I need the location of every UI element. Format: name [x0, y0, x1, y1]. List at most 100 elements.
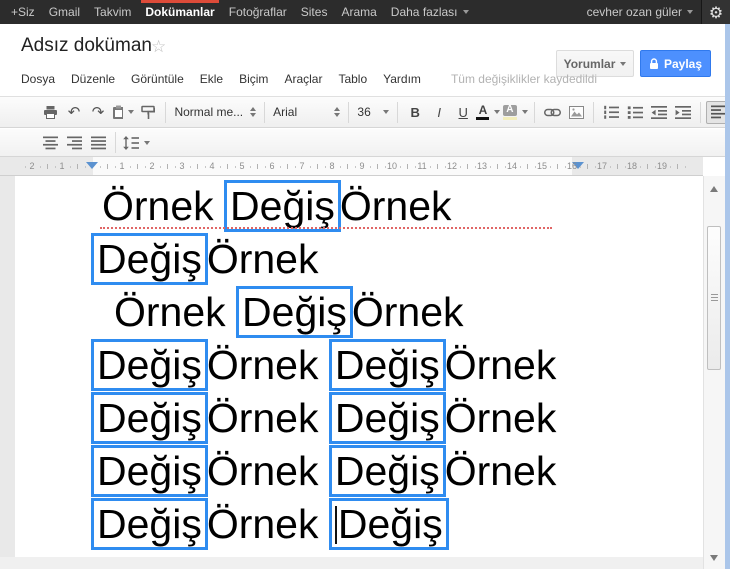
find-match-box: Değiş — [236, 286, 353, 338]
scroll-up-arrow-icon[interactable] — [710, 186, 718, 192]
bulleted-list-icon — [627, 105, 644, 119]
find-match-box: Değiş — [91, 498, 208, 550]
topbar-item-daha-fazlas[interactable]: Daha fazlası — [384, 0, 476, 24]
topbar-item-siz[interactable]: +Siz — [4, 0, 42, 24]
menu-ara-lar[interactable]: Araçlar — [284, 72, 322, 86]
menu-bi-im[interactable]: Biçim — [239, 72, 268, 86]
chevron-down-icon — [494, 110, 501, 114]
ruler-tick — [429, 166, 431, 168]
topbar-item-dok-manlar[interactable]: Dokümanlar — [138, 0, 221, 24]
chevron-down-icon — [128, 110, 135, 114]
increase-indent-button[interactable] — [671, 101, 695, 124]
star-icon[interactable]: ☆ — [151, 37, 166, 57]
highlight-color-icon: A — [502, 104, 517, 120]
ruler-tick — [459, 166, 461, 168]
ruler-number: 5 — [239, 161, 245, 171]
insert-image-button[interactable] — [564, 101, 588, 124]
find-match-box: Değiş — [328, 498, 449, 550]
justify-button[interactable] — [86, 131, 110, 154]
save-status: Tüm değişiklikler kaydedildi — [450, 72, 597, 86]
ruler-tick — [407, 164, 408, 169]
italic-button[interactable]: I — [427, 101, 451, 124]
text-color-button[interactable]: A — [475, 101, 501, 124]
ruler-number: 19 — [656, 161, 668, 171]
scrollbar[interactable] — [703, 176, 725, 569]
align-center-button[interactable] — [38, 131, 62, 154]
left-indent-marker[interactable] — [86, 162, 98, 169]
decrease-indent-button[interactable] — [647, 101, 671, 124]
scrollbar-thumb[interactable] — [707, 226, 721, 370]
topbar-item-takvim[interactable]: Takvim — [87, 0, 138, 24]
text-run: Örnek — [339, 183, 452, 229]
topbar-item-gmail[interactable]: Gmail — [42, 0, 87, 24]
highlight-color-button[interactable]: A — [502, 101, 529, 124]
ruler-tick — [437, 164, 438, 169]
numbered-list-button[interactable] — [599, 101, 623, 124]
font-family-select[interactable]: Arial — [270, 105, 343, 119]
spinner-icon — [334, 107, 341, 117]
ruler-tick — [617, 164, 618, 169]
menu-d-zenle[interactable]: Düzenle — [71, 72, 115, 86]
ruler-tick — [444, 166, 446, 168]
ruler-number: 13 — [476, 161, 488, 171]
ruler-tick — [54, 166, 56, 168]
align-right-button[interactable] — [62, 131, 86, 154]
paint-format-button[interactable] — [136, 101, 160, 124]
line-spacing-button[interactable] — [121, 131, 152, 154]
ruler-tick — [467, 164, 468, 169]
ruler-number: 1 — [59, 161, 65, 171]
share-button[interactable]: Paylaş — [640, 50, 711, 77]
ruler-tick — [174, 166, 176, 168]
redo-icon: ↷ — [91, 102, 105, 121]
scroll-down-arrow-icon[interactable] — [710, 555, 718, 561]
ruler-tick — [527, 164, 528, 169]
toolbar-separator — [534, 101, 536, 123]
text-run: Örnek — [206, 448, 330, 494]
print-button[interactable] — [38, 101, 62, 124]
document-title[interactable]: Adsız doküman — [21, 35, 152, 57]
menu-ekle[interactable]: Ekle — [200, 72, 223, 86]
paint-roller-icon — [141, 105, 155, 119]
link-icon — [543, 108, 561, 116]
menu-g-r-nt-le[interactable]: Görüntüle — [131, 72, 184, 86]
ruler-tick — [669, 166, 671, 168]
ruler-tick — [564, 166, 566, 168]
share-button-label: Paylaş — [663, 56, 703, 71]
topbar-nav: +Siz Gmail Takvim Dokümanlar Fotoğraflar Site… — [0, 0, 476, 24]
toolbar-separator — [348, 101, 350, 123]
ruler-number: 11 — [417, 161, 427, 171]
ruler-number: 6 — [269, 161, 275, 171]
ruler-tick — [347, 164, 348, 169]
ruler-tick — [204, 166, 206, 168]
ruler-tick — [144, 166, 146, 168]
bulleted-list-button[interactable] — [623, 101, 647, 124]
paste-button[interactable] — [110, 101, 136, 124]
paragraph-style-select[interactable]: Normal me... — [171, 105, 259, 119]
insert-link-button[interactable] — [540, 101, 564, 124]
google-docs-window: +Siz Gmail Takvim Dokümanlar Fotoğraflar Site… — [0, 0, 730, 569]
topbar-item-arama[interactable]: Arama — [334, 0, 383, 24]
ruler-tick — [159, 166, 161, 168]
menu-tablo[interactable]: Tablo — [338, 72, 367, 86]
ruler-tick — [69, 166, 71, 168]
underline-button[interactable]: U — [451, 101, 475, 124]
chevron-down-icon — [687, 10, 693, 14]
toolbar-second-row — [0, 129, 730, 157]
font-size-select[interactable]: 36 — [354, 105, 392, 119]
font-size-value: 36 — [357, 105, 371, 119]
bold-button[interactable]: B — [403, 101, 427, 124]
find-match-box: Değiş — [91, 339, 208, 391]
redo-button[interactable]: ↷ — [86, 101, 110, 124]
text-run: Örnek — [351, 289, 464, 335]
ruler-number: 17 — [596, 161, 608, 171]
italic-icon: I — [437, 104, 442, 120]
settings-button[interactable]: ⚙ — [701, 0, 730, 24]
topbar-item-foto-raflar[interactable]: Fotoğraflar — [222, 0, 294, 24]
topbar-item-sites[interactable]: Sites — [294, 0, 335, 24]
menu-yard-m[interactable]: Yardım — [383, 72, 421, 86]
account-menu[interactable]: cevher ozan güler — [579, 0, 701, 24]
toolbar-separator — [264, 101, 266, 123]
document-page[interactable]: Örnek Değiş Örnek Değiş Örnek Örnek Değiş Örn… — [15, 176, 703, 569]
menu-dosya[interactable]: Dosya — [21, 72, 55, 86]
undo-button[interactable]: ↶ — [62, 101, 86, 124]
